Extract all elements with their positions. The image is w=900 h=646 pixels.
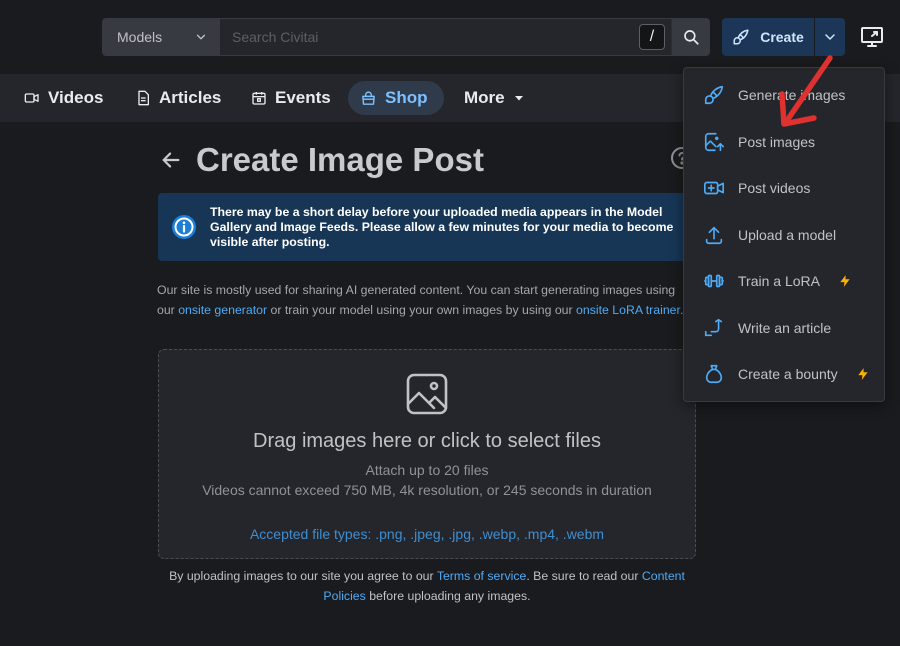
barbell-icon xyxy=(704,274,724,288)
caret-down-icon xyxy=(514,96,523,101)
menu-item-label: Post images xyxy=(738,134,816,150)
nav-label: Shop xyxy=(385,88,428,107)
menu-item-upload-model[interactable]: Upload a model xyxy=(684,212,884,258)
nav-label: More xyxy=(464,88,505,107)
search-icon xyxy=(683,30,699,45)
search-input[interactable] xyxy=(220,19,639,55)
article-icon xyxy=(138,90,149,106)
back-arrow-icon[interactable] xyxy=(160,149,182,171)
intro-text: Our site is mostly used for sharing AI g… xyxy=(157,280,687,320)
top-header: Models / Create xyxy=(0,0,900,74)
bolt-icon xyxy=(857,368,868,380)
terms-text-end: before uploading any images. xyxy=(365,589,531,603)
create-button-group: Create xyxy=(722,18,845,56)
nav-label: Articles xyxy=(159,88,222,107)
menu-item-write-article[interactable]: Write an article xyxy=(684,305,884,351)
menu-item-label: Write an article xyxy=(738,320,832,336)
chevron-down-icon xyxy=(825,34,835,40)
menu-item-post-videos[interactable]: Post videos xyxy=(684,165,884,211)
info-icon xyxy=(172,215,196,239)
search-button[interactable] xyxy=(671,19,709,55)
open-screen-icon[interactable] xyxy=(860,26,884,48)
menu-item-train-lora[interactable]: Train a LoRA xyxy=(684,258,884,304)
upload-delay-alert: There may be a short delay before your u… xyxy=(158,193,688,261)
title-row: Create Image Post xyxy=(160,140,700,180)
page-title: Create Image Post xyxy=(196,141,484,178)
moneybag-icon xyxy=(705,364,723,384)
terms-of-service-link[interactable]: Terms of service xyxy=(437,569,527,583)
search-type-label: Models xyxy=(117,29,163,45)
menu-item-create-bounty[interactable]: Create a bounty xyxy=(684,351,884,397)
dropzone-accepted-types: Accepted file types: .png, .jpeg, .jpg, … xyxy=(249,526,605,542)
upload-icon xyxy=(705,226,723,245)
terms-text-start: By uploading images to our site you agre… xyxy=(169,569,437,583)
create-menu-toggle[interactable] xyxy=(814,18,845,56)
bolt-icon xyxy=(840,275,850,287)
create-button[interactable]: Create xyxy=(722,18,814,56)
video-icon xyxy=(24,93,39,103)
nav-item-shop[interactable]: Shop xyxy=(348,81,444,115)
create-label: Create xyxy=(760,29,804,45)
search-bar: Models / xyxy=(102,18,710,56)
intro-text-middle: or train your model using your own image… xyxy=(267,303,577,317)
dropzone-title: Drag images here or click to select file… xyxy=(253,430,601,452)
image-upload-icon xyxy=(704,132,724,152)
annotation-arrow-icon xyxy=(779,55,833,127)
search-type-select[interactable]: Models xyxy=(103,19,220,55)
shop-icon xyxy=(362,90,375,105)
calendar-icon xyxy=(252,92,266,105)
onsite-lora-trainer-link[interactable]: onsite LoRA trainer xyxy=(576,303,680,317)
nav-item-more[interactable]: More xyxy=(454,81,535,115)
video-plus-icon xyxy=(704,181,724,195)
brush-icon xyxy=(733,29,749,45)
nav-item-articles[interactable]: Articles xyxy=(125,81,231,115)
search-shortcut-key: / xyxy=(639,24,665,50)
onsite-generator-link[interactable]: onsite generator xyxy=(178,303,267,317)
terms-notice: By uploading images to our site you agre… xyxy=(158,566,696,606)
menu-item-label: Train a LoRA xyxy=(738,273,820,289)
nav-item-events[interactable]: Events xyxy=(241,81,341,115)
dropzone-video-limit: Videos cannot exceed 750 MB, 4k resoluti… xyxy=(202,482,652,498)
menu-item-label: Create a bounty xyxy=(738,366,838,382)
alert-text: There may be a short delay before your u… xyxy=(210,204,674,249)
dropzone-file-limit: Attach up to 20 files xyxy=(365,462,489,478)
nav-item-videos[interactable]: Videos xyxy=(14,81,113,115)
pencil-icon xyxy=(704,318,723,337)
nav-label: Videos xyxy=(48,88,104,107)
menu-item-label: Upload a model xyxy=(738,227,837,243)
menu-item-label: Post videos xyxy=(738,180,811,196)
terms-text-middle: . Be sure to read our xyxy=(526,569,642,583)
image-icon xyxy=(406,373,448,415)
brush-icon xyxy=(704,85,724,105)
image-dropzone[interactable]: Drag images here or click to select file… xyxy=(158,349,696,559)
chevron-down-icon xyxy=(196,34,206,40)
nav-label: Events xyxy=(275,88,331,107)
